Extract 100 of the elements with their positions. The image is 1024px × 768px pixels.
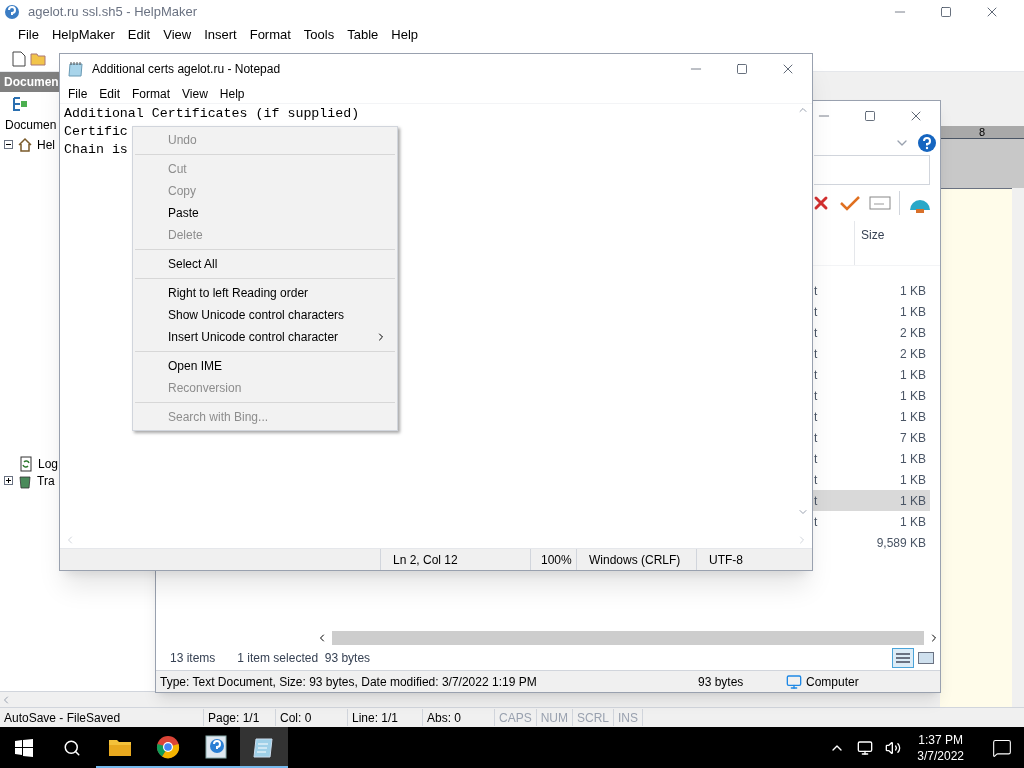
help-book-icon xyxy=(204,733,228,760)
menu-item[interactable]: Insert Unicode control character xyxy=(135,326,395,348)
table-cell-text: 1 KB xyxy=(900,408,926,426)
menu-item[interactable]: Edit xyxy=(121,25,157,45)
table-cell-text: t xyxy=(814,282,818,300)
clock-time: 1:37 PM xyxy=(918,731,963,748)
menu-item[interactable]: Select All xyxy=(135,253,395,275)
maximize-icon[interactable] xyxy=(864,110,876,122)
table-cell-text: 2 KB xyxy=(900,324,926,342)
file-row[interactable]: t 1 KB xyxy=(810,490,930,511)
maximize-icon[interactable] xyxy=(940,6,952,18)
table-cell-text: 1 KB xyxy=(900,492,926,510)
table-cell-text: 1 KB xyxy=(900,282,926,300)
menu-item[interactable]: Help xyxy=(213,84,251,103)
new-file-icon[interactable] xyxy=(12,50,26,67)
table-cell-text: 1 KB xyxy=(900,303,926,321)
menu-item[interactable]: Paste xyxy=(135,202,395,224)
expand-icon[interactable] xyxy=(4,476,13,485)
table-cell-text: t xyxy=(814,324,818,342)
menu-item[interactable]: Tools xyxy=(297,25,341,45)
menu-item[interactable]: Open IME xyxy=(135,355,395,377)
table-cell-text: 7 KB xyxy=(900,429,926,447)
collapse-icon[interactable] xyxy=(4,140,13,149)
help-icon[interactable] xyxy=(918,134,936,152)
notification-icon[interactable] xyxy=(992,737,1012,758)
status-field: CAPS xyxy=(495,709,537,726)
details-view-icon[interactable] xyxy=(892,648,914,668)
network-icon[interactable] xyxy=(857,739,874,756)
table-cell-text: t xyxy=(814,471,818,489)
menu-item[interactable]: Show Unicode control characters xyxy=(135,304,395,326)
table-cell-text: t xyxy=(814,429,818,447)
status-field: Col: 0 xyxy=(276,709,348,726)
menu-item[interactable]: Help xyxy=(385,25,425,45)
status-field: Line: 1/1 xyxy=(348,709,423,726)
menu-item[interactable]: View xyxy=(157,25,198,45)
tree-item[interactable]: Tra xyxy=(37,474,55,487)
status-field: Page: 1/1 xyxy=(204,709,276,726)
menu-item[interactable]: Right to left Reading order xyxy=(135,282,395,304)
status-field: Ln 2, Col 12 xyxy=(380,549,530,570)
volume-icon[interactable] xyxy=(885,739,902,756)
open-folder-icon[interactable] xyxy=(30,50,48,67)
table-cell-text: t xyxy=(814,492,818,510)
house-icon xyxy=(17,136,33,153)
maximize-icon[interactable] xyxy=(736,63,748,75)
menu-item[interactable]: Table xyxy=(341,25,385,45)
table-cell-text: t xyxy=(814,450,818,468)
ruler-mark: 8 xyxy=(978,126,986,138)
item-count: 13 items xyxy=(170,650,216,667)
search-field[interactable] xyxy=(814,155,930,185)
status-location: Computer xyxy=(806,673,859,691)
status-field: SCRL xyxy=(573,709,615,726)
preview-view-icon[interactable] xyxy=(918,652,934,664)
chrome-icon xyxy=(156,734,180,759)
tree-add-icon[interactable] xyxy=(12,96,30,112)
status-field: UTF-8 xyxy=(696,549,796,570)
check-icon[interactable] xyxy=(839,194,861,212)
taskbar-app[interactable] xyxy=(240,727,288,768)
table-cell-text: t xyxy=(814,513,818,531)
tree-item[interactable]: Hel xyxy=(37,138,55,151)
table-cell-text: 1 KB xyxy=(900,471,926,489)
menu-item[interactable]: File xyxy=(12,25,45,45)
status-text: Type: Text Document, Size: 93 bytes, Date modified: 3/7/2022 1:19 PM xyxy=(159,673,538,691)
menu-item[interactable]: Insert xyxy=(198,25,243,45)
table-cell-text: t xyxy=(814,387,818,405)
text-line: Additional Certificates (if supplied) xyxy=(64,105,360,123)
document-icon xyxy=(18,455,34,472)
table-cell-text: 2 KB xyxy=(900,345,926,363)
menu-item[interactable]: Format xyxy=(243,25,297,45)
table-cell-text: 1 KB xyxy=(900,387,926,405)
table-cell-text: 1 KB xyxy=(900,366,926,384)
window-title: agelot.ru ssl.sh5 - HelpMaker xyxy=(28,3,198,22)
status-field: Windows (CRLF) xyxy=(576,549,696,570)
column-header[interactable]: Size xyxy=(854,221,934,265)
status-size: 93 bytes xyxy=(698,673,745,691)
clock-date: 3/7/2022 xyxy=(917,747,964,764)
table-cell-text: 1 KB xyxy=(900,513,926,531)
selection-info: 1 item selected 93 bytes xyxy=(237,650,371,667)
search-icon[interactable] xyxy=(63,738,81,757)
table-cell-text: 9,589 KB xyxy=(876,534,926,552)
computer-icon xyxy=(786,673,802,690)
text-line: Chain is xyxy=(64,141,128,159)
status-field: AutoSave - FileSaved xyxy=(0,709,204,726)
table-cell-text: t xyxy=(814,366,818,384)
status-field: NUM xyxy=(536,709,573,726)
menu-item[interactable]: HelpMaker xyxy=(45,25,121,45)
scrollbar-thumb[interactable] xyxy=(332,631,924,645)
windows-logo-icon[interactable] xyxy=(15,738,33,757)
table-cell-text: t xyxy=(814,303,818,321)
tree-item[interactable]: Log xyxy=(38,457,59,470)
text-line: Certific xyxy=(64,123,128,141)
horizontal-scrollbar[interactable] xyxy=(0,691,156,707)
table-cell-text: t xyxy=(814,408,818,426)
menu-item[interactable]: View xyxy=(176,84,214,103)
table-cell-text: t xyxy=(814,345,818,363)
status-field: Abs: 0 xyxy=(423,709,495,726)
table-cell-text: 1 KB xyxy=(900,450,926,468)
app-icon xyxy=(4,4,20,20)
clock[interactable]: 1:37 PM 3/7/2022 xyxy=(913,731,968,764)
status-field: INS xyxy=(614,709,644,726)
panel-label: Documen xyxy=(4,117,57,134)
